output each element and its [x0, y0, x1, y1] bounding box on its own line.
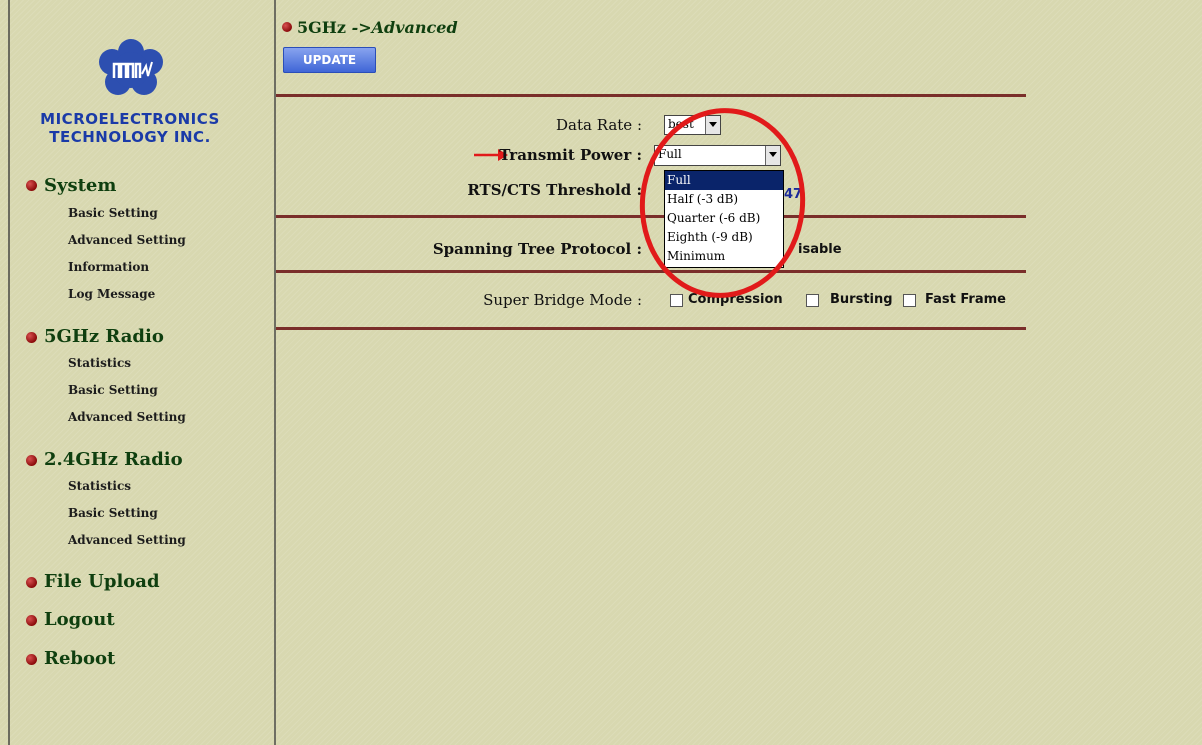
nav-24ghz-statistics[interactable]: Statistics [68, 479, 131, 493]
company-logo [99, 39, 163, 95]
page-title-main: 5GHz [297, 18, 346, 37]
sidebar: MICROELECTRONICS TECHNOLOGY INC. System … [10, 0, 274, 745]
bullet-icon [26, 455, 37, 466]
bullet-icon [26, 332, 37, 343]
bursting-checkbox[interactable] [806, 294, 819, 307]
bullet-icon [26, 654, 37, 665]
page-title-sub: ->Advanced [351, 18, 458, 37]
bullet-icon [26, 577, 37, 588]
nav-24ghz-basic-setting[interactable]: Basic Setting [68, 506, 158, 520]
bullet-icon [26, 615, 37, 626]
bullet-icon [26, 180, 37, 191]
section-divider [276, 327, 1026, 330]
nav-logout[interactable]: Logout [44, 609, 115, 630]
nav-file-upload[interactable]: File Upload [44, 571, 160, 592]
transmit-power-label: Transmit Power : [499, 146, 642, 164]
rts-cts-label: RTS/CTS Threshold : [467, 181, 642, 199]
nav-reboot[interactable]: Reboot [44, 648, 115, 669]
nav-section-24ghz-radio[interactable]: 2.4GHz Radio [44, 449, 183, 470]
section-divider [276, 94, 1026, 97]
nav-system-log-message[interactable]: Log Message [68, 287, 155, 301]
company-name: MICROELECTRONICS TECHNOLOGY INC. [40, 110, 220, 146]
nav-5ghz-statistics[interactable]: Statistics [68, 356, 131, 370]
fast-frame-label: Fast Frame [925, 292, 1006, 307]
spanning-tree-label: Spanning Tree Protocol : [432, 240, 642, 258]
section-divider [276, 270, 1026, 273]
nav-system-information[interactable]: Information [68, 260, 149, 274]
nav-section-5ghz-radio[interactable]: 5GHz Radio [44, 326, 164, 347]
super-bridge-mode-label: Super Bridge Mode : [483, 291, 642, 309]
page-title: 5GHz ->Advanced [297, 18, 458, 37]
bursting-label: Bursting [830, 292, 893, 307]
bullet-icon [282, 22, 292, 32]
update-button[interactable]: UPDATE [283, 47, 376, 73]
compression-checkbox[interactable] [670, 294, 683, 307]
sidebar-divider [274, 0, 276, 745]
nav-system-advanced-setting[interactable]: Advanced Setting [68, 233, 186, 247]
spanning-tree-value[interactable]: isable [798, 242, 842, 257]
nav-5ghz-advanced-setting[interactable]: Advanced Setting [68, 410, 186, 424]
company-name-line2: TECHNOLOGY INC. [49, 128, 211, 146]
data-rate-label: Data Rate : [555, 116, 642, 134]
nav-5ghz-basic-setting[interactable]: Basic Setting [68, 383, 158, 397]
nav-system-basic-setting[interactable]: Basic Setting [68, 206, 158, 220]
red-circle-annotation [630, 99, 815, 307]
nav-section-system[interactable]: System [44, 175, 116, 196]
company-name-line1: MICROELECTRONICS [40, 110, 220, 128]
fast-frame-checkbox[interactable] [903, 294, 916, 307]
nav-24ghz-advanced-setting[interactable]: Advanced Setting [68, 533, 186, 547]
